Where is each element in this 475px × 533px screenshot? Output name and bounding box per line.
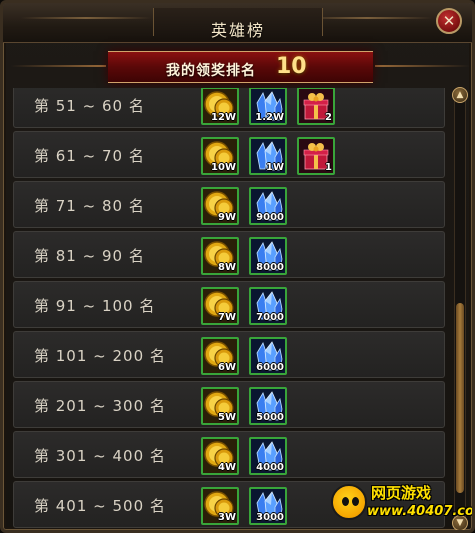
reward-slot-gold[interactable]: 4W [201, 437, 239, 475]
arrow-up-icon[interactable]: ▲ [452, 87, 468, 103]
reward-count: 7W [218, 312, 236, 323]
reward-slot-gold[interactable]: 6W [201, 337, 239, 375]
title-plate: 英雄榜 [153, 8, 323, 40]
reward-slot-gift[interactable]: 2 [297, 88, 335, 125]
window-title: 英雄榜 [210, 21, 265, 40]
rank-range-label: 第 61 ~ 70 名 [34, 147, 145, 165]
rank-range-label: 第 401 ~ 500 名 [34, 497, 166, 515]
reward-count: 4W [218, 462, 236, 473]
rank-range-label: 第 51 ~ 60 名 [34, 97, 145, 115]
reward-count: 6W [218, 362, 236, 373]
reward-slot-crystal[interactable]: 1W [249, 137, 287, 175]
reward-row: 第 101 ~ 200 名 6W 6000 [13, 331, 445, 378]
reward-slot-gold[interactable]: 5W [201, 387, 239, 425]
reward-slot-crystal[interactable]: 3000 [249, 487, 287, 525]
reward-count: 12W [211, 112, 236, 123]
reward-count: 1W [266, 162, 284, 173]
reward-count: 3000 [256, 512, 284, 523]
reward-count: 8000 [256, 262, 284, 273]
reward-count: 10W [211, 162, 236, 173]
reward-count: 2 [325, 112, 332, 123]
rank-range-label: 第 301 ~ 400 名 [34, 447, 166, 465]
reward-slot-gold[interactable]: 12W [201, 88, 239, 125]
my-rank-value: 10 [276, 54, 307, 79]
reward-slot-crystal[interactable]: 4000 [249, 437, 287, 475]
reward-count: 9W [218, 212, 236, 223]
reward-slot-gift[interactable]: 1 [297, 137, 335, 175]
reward-count: 9000 [256, 212, 284, 223]
reward-count: 5W [218, 412, 236, 423]
my-rank-label: 我的领奖排名 [166, 63, 256, 79]
hero-ranking-window: 英雄榜 ✕ 我的领奖排名 10 第 51 ~ 60 名 12W 1.2W 2 第 61 … [0, 0, 475, 533]
reward-slot-crystal[interactable]: 7000 [249, 287, 287, 325]
reward-row: 第 51 ~ 60 名 12W 1.2W 2 [13, 88, 445, 128]
title-bar: 英雄榜 ✕ [3, 3, 472, 43]
reward-slot-gold[interactable]: 7W [201, 287, 239, 325]
watermark-title: 网页游戏 [371, 484, 432, 502]
reward-slot-gold[interactable]: 8W [201, 237, 239, 275]
close-button[interactable]: ✕ [436, 8, 462, 34]
reward-row: 第 301 ~ 400 名 4W 4000 [13, 431, 445, 478]
rank-range-label: 第 91 ~ 100 名 [34, 297, 156, 315]
reward-slot-crystal[interactable]: 8000 [249, 237, 287, 275]
reward-count: 7000 [256, 312, 284, 323]
reward-slot-crystal[interactable]: 1.2W [249, 88, 287, 125]
reward-list[interactable]: 第 51 ~ 60 名 12W 1.2W 2 第 61 ~ 70 名 10W 1W 1 第 71… [13, 88, 445, 530]
site-watermark: 网页游戏 www.40407.com [331, 480, 472, 526]
reward-row: 第 61 ~ 70 名 10W 1W 1 [13, 131, 445, 178]
reward-row: 第 201 ~ 300 名 5W 5000 [13, 381, 445, 428]
rank-range-label: 第 201 ~ 300 名 [34, 397, 166, 415]
reward-count: 8W [218, 262, 236, 273]
banner-ornament-left [11, 65, 106, 67]
reward-slot-crystal[interactable]: 9000 [249, 187, 287, 225]
my-rank-banner: 我的领奖排名 10 [108, 51, 373, 83]
title-ornament-left [21, 17, 151, 19]
rank-range-label: 第 81 ~ 90 名 [34, 247, 145, 265]
scrollbar-thumb[interactable] [456, 303, 464, 493]
reward-slot-gold[interactable]: 9W [201, 187, 239, 225]
reward-count: 3W [218, 512, 236, 523]
mascot-logo-icon [331, 484, 367, 520]
reward-row: 第 91 ~ 100 名 7W 7000 [13, 281, 445, 328]
rank-range-label: 第 71 ~ 80 名 [34, 197, 145, 215]
reward-slot-crystal[interactable]: 6000 [249, 337, 287, 375]
reward-count: 5000 [256, 412, 284, 423]
watermark-url: www.40407.com [367, 504, 474, 519]
reward-row: 第 71 ~ 80 名 9W 9000 [13, 181, 445, 228]
reward-count: 1.2W [255, 112, 284, 123]
reward-count: 4000 [256, 462, 284, 473]
reward-row: 第 81 ~ 90 名 8W 8000 [13, 231, 445, 278]
reward-count: 1 [325, 162, 332, 173]
rank-range-label: 第 101 ~ 200 名 [34, 347, 166, 365]
reward-slot-gold[interactable]: 3W [201, 487, 239, 525]
reward-count: 6000 [256, 362, 284, 373]
reward-slot-gold[interactable]: 10W [201, 137, 239, 175]
banner-ornament-right [375, 65, 470, 67]
reward-slot-crystal[interactable]: 5000 [249, 387, 287, 425]
